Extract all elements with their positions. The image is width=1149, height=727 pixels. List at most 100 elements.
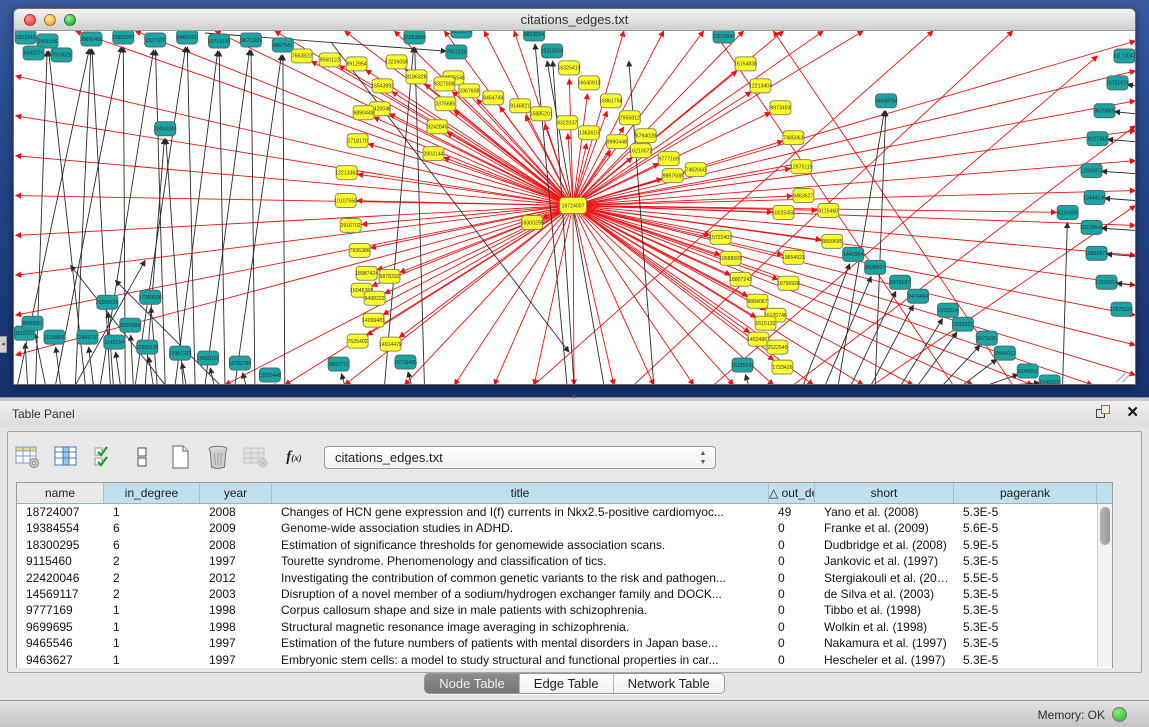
- table-cell[interactable]: Yano et al. (2008): [815, 504, 954, 520]
- graph-node[interactable]: 1615132: [755, 316, 776, 330]
- graph-node[interactable]: 16053809: [403, 31, 426, 44]
- splitter-grip-icon[interactable]: ▴: [568, 394, 580, 400]
- table-row[interactable]: 946554611997Estimation of the future num…: [17, 635, 1112, 651]
- graph-node[interactable]: 20206526: [96, 295, 119, 309]
- table-cell[interactable]: 1998: [200, 602, 272, 618]
- table-cell[interactable]: 0: [769, 602, 815, 618]
- graph-node[interactable]: 12444136: [1083, 191, 1106, 205]
- table-cell[interactable]: 9465546: [17, 635, 104, 651]
- graph-node[interactable]: 11156809: [43, 330, 65, 344]
- table-cell[interactable]: Stergiakouli et al. (2012): [815, 570, 954, 586]
- table-cell[interactable]: 0: [769, 520, 815, 536]
- graph-node[interactable]: 12923448: [258, 368, 281, 382]
- graph-node[interactable]: 9146821: [510, 99, 531, 113]
- graph-node[interactable]: 5878332: [379, 269, 400, 283]
- tab-network-table[interactable]: Network Table: [614, 674, 724, 693]
- graph-node[interactable]: 16782759: [228, 356, 251, 370]
- table-cell[interactable]: 5.5E-5: [954, 570, 1097, 586]
- graph-node[interactable]: 7663822: [291, 49, 312, 63]
- graph-node[interactable]: 2803144: [423, 147, 444, 161]
- table-cell[interactable]: Jankovic et al. (1997): [815, 553, 954, 569]
- graph-node[interactable]: 14099481: [362, 313, 385, 327]
- table-cell[interactable]: 2: [104, 586, 200, 602]
- table-cell[interactable]: 5.3E-5: [954, 602, 1097, 618]
- graph-node[interactable]: 20053346: [154, 122, 177, 136]
- graph-node[interactable]: 1851549: [15, 31, 36, 44]
- graph-node[interactable]: 10025458: [772, 206, 795, 220]
- table-cell[interactable]: 5.3E-5: [954, 619, 1097, 635]
- graph-node[interactable]: 19756928: [777, 276, 800, 290]
- graph-node[interactable]: 12505135: [136, 340, 159, 354]
- graph-node[interactable]: 15885201: [530, 107, 553, 121]
- table-cell[interactable]: Structural magnetic resonance image aver…: [272, 619, 769, 635]
- graph-node[interactable]: 6466161: [177, 31, 198, 44]
- graph-node[interactable]: 9115460: [818, 204, 839, 218]
- table-cell[interactable]: Dudbridge et al. (2008): [815, 537, 954, 553]
- close-panel-icon[interactable]: ✕: [1126, 405, 1139, 421]
- graph-node[interactable]: 8938924: [865, 260, 886, 274]
- graph-node[interactable]: 1440954: [843, 247, 864, 261]
- graph-node[interactable]: 9857771: [328, 357, 349, 371]
- table-cell[interactable]: 1997: [200, 652, 272, 668]
- function-builder-icon[interactable]: f(x): [280, 443, 308, 471]
- graph-node[interactable]: 9899695: [822, 234, 843, 248]
- column-header-name[interactable]: name: [17, 483, 104, 503]
- graph-node[interactable]: 7632621: [952, 317, 973, 331]
- graph-node[interactable]: 9897508: [662, 169, 683, 183]
- table-selector-dropdown[interactable]: citations_edges.txt ▲▼: [324, 446, 716, 469]
- table-row[interactable]: 1830029562008Estimation of significance …: [17, 537, 1112, 553]
- graph-node[interactable]: 12093872: [1080, 164, 1103, 178]
- table-cell[interactable]: 0: [769, 652, 815, 668]
- graph-node[interactable]: 3375685: [435, 97, 456, 111]
- graph-node[interactable]: 12213363: [335, 166, 358, 180]
- graph-node[interactable]: 18987424: [355, 266, 378, 280]
- merge-tables-icon[interactable]: [128, 443, 156, 471]
- graph-node[interactable]: 10653287: [112, 31, 135, 44]
- graph-node[interactable]: 9884067: [747, 294, 768, 308]
- graph-node[interactable]: 18724007: [560, 198, 587, 214]
- graph-node[interactable]: 9245652: [1017, 364, 1038, 378]
- table-cell[interactable]: 49: [769, 504, 815, 520]
- graph-node[interactable]: 11675329: [1110, 302, 1133, 316]
- graph-node[interactable]: 9245022: [1039, 375, 1060, 385]
- table-cell[interactable]: Disruption of a novel member of a sodium…: [272, 586, 769, 602]
- graph-node[interactable]: 16640910: [577, 76, 600, 90]
- table-cell[interactable]: Genome-wide association studies in ADHD.: [272, 520, 769, 536]
- graph-node[interactable]: 1145194: [104, 335, 125, 349]
- graph-node[interactable]: 9463627: [793, 189, 814, 203]
- graph-node[interactable]: 9867541: [272, 38, 293, 52]
- column-header-title[interactable]: title: [272, 483, 769, 503]
- column-header-short[interactable]: short: [815, 483, 954, 503]
- graph-node[interactable]: 16325419: [558, 61, 581, 75]
- graph-node[interactable]: 10107550: [334, 194, 357, 208]
- graph-node[interactable]: 9498222: [364, 291, 385, 305]
- graph-node[interactable]: 8186328: [406, 70, 427, 84]
- graph-node[interactable]: 8912954: [346, 57, 367, 71]
- column-header-in_degree[interactable]: in_degree: [104, 483, 200, 503]
- graph-node[interactable]: 2522540: [767, 340, 788, 354]
- table-cell[interactable]: 2008: [200, 504, 272, 520]
- graph-node[interactable]: 16648784: [875, 94, 898, 108]
- table-cell[interactable]: 2008: [200, 537, 272, 553]
- column-selector-icon[interactable]: [52, 443, 80, 471]
- graph-node[interactable]: 8131074: [451, 31, 472, 38]
- table-row[interactable]: 977716911998Corpus callosum shape and si…: [17, 602, 1112, 618]
- graph-node[interactable]: 17016504: [1095, 275, 1118, 289]
- graph-node[interactable]: 9643276: [23, 46, 44, 60]
- column-header-out_de[interactable]: △ out_de...: [769, 483, 815, 503]
- graph-node[interactable]: 9227343: [1087, 132, 1108, 146]
- graph-node[interactable]: 8215955: [1057, 206, 1078, 220]
- graph-node[interactable]: 2718170: [347, 134, 368, 148]
- graph-node[interactable]: 9671385: [240, 33, 261, 47]
- graph-node[interactable]: 9973493: [770, 101, 791, 115]
- network-window-titlebar[interactable]: citations_edges.txt: [14, 9, 1135, 31]
- table-cell[interactable]: 2003: [200, 586, 272, 602]
- table-cell[interactable]: 2012: [200, 570, 272, 586]
- graph-node[interactable]: 7625402: [347, 334, 368, 348]
- table-cell[interactable]: 5.3E-5: [954, 553, 1097, 569]
- table-cell[interactable]: 9463627: [17, 652, 104, 668]
- graph-node[interactable]: 2935114: [937, 303, 958, 317]
- network-canvas[interactable]: 1851549549153696432767515526298914061065…: [14, 31, 1136, 385]
- graph-node[interactable]: 1527602: [145, 33, 166, 47]
- table-row[interactable]: 969969511998Structural magnetic resonanc…: [17, 619, 1112, 635]
